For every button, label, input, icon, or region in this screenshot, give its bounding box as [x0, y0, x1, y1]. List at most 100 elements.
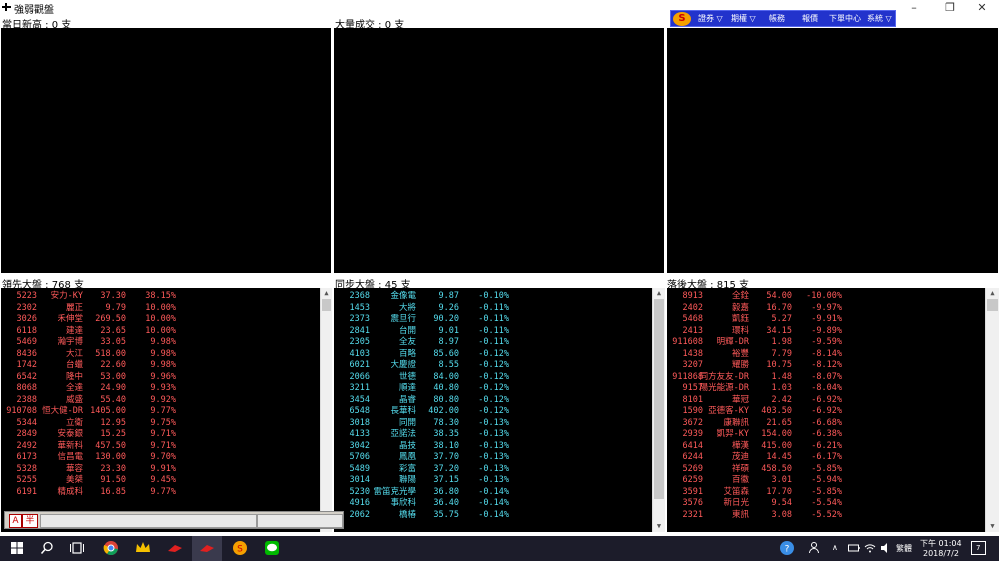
- ime-width-toggle[interactable]: 半: [22, 514, 38, 528]
- list-item[interactable]: 3014 聯陽 37.15 -0.13%: [334, 475, 652, 487]
- command-input-secondary[interactable]: [257, 514, 343, 528]
- scroll-thumb[interactable]: [654, 299, 664, 499]
- scroll-down-icon[interactable]: ▼: [653, 521, 665, 531]
- lead-scrollbar[interactable]: ▲: [320, 288, 332, 532]
- people-icon[interactable]: [806, 540, 824, 556]
- volume-icon[interactable]: [880, 542, 892, 554]
- list-item[interactable]: 2302 麗正 9.79 10.00%: [1, 303, 320, 315]
- list-item[interactable]: 3211 順達 40.80 -0.12%: [334, 383, 652, 395]
- minimize-button[interactable]: –: [898, 0, 930, 15]
- list-item[interactable]: 3042 晶技 38.10 -0.13%: [334, 441, 652, 453]
- list-item[interactable]: 6542 隆中 53.00 9.96%: [1, 372, 320, 384]
- list-item[interactable]: 4133 亞諾法 38.35 -0.13%: [334, 429, 652, 441]
- list-item[interactable]: 2413 環科 34.15 -9.89%: [667, 326, 985, 338]
- list-item[interactable]: 8436 大江 518.00 9.98%: [1, 349, 320, 361]
- sync-scrollbar[interactable]: ▲ ▼: [652, 288, 665, 532]
- list-item[interactable]: 8913 全銓 54.00 -10.00%: [667, 291, 985, 303]
- menu-order-center[interactable]: 下單中心: [829, 13, 861, 24]
- list-item[interactable]: 6191 精成科 16.85 9.77%: [1, 487, 320, 499]
- list-item[interactable]: 1438 裕豐 7.79 -8.14%: [667, 349, 985, 361]
- lag-scrollbar[interactable]: ▲ ▼: [985, 288, 999, 532]
- list-item[interactable]: 3576 新日光 9.54 -5.54%: [667, 498, 985, 510]
- list-item[interactable]: 8101 華冠 2.42 -6.92%: [667, 395, 985, 407]
- list-item[interactable]: 2305 全友 8.97 -0.11%: [334, 337, 652, 349]
- list-item[interactable]: 3454 晶睿 80.80 -0.12%: [334, 395, 652, 407]
- list-item[interactable]: 2402 毅嘉 16.70 -9.97%: [667, 303, 985, 315]
- list-item[interactable]: 4916 事欣科 36.40 -0.14%: [334, 498, 652, 510]
- windows-start-icon[interactable]: [8, 540, 26, 556]
- scroll-thumb[interactable]: [322, 299, 331, 311]
- chrome-icon[interactable]: [102, 540, 120, 556]
- scroll-down-icon[interactable]: ▼: [986, 521, 999, 531]
- menu-options[interactable]: 期權 ▽: [731, 13, 756, 24]
- list-item[interactable]: 911608 明輝-DR 1.98 -9.59%: [667, 337, 985, 349]
- list-item[interactable]: 5328 華容 23.30 9.91%: [1, 464, 320, 476]
- list-item[interactable]: 3672 康聯訊 21.65 -6.68%: [667, 418, 985, 430]
- clock-time[interactable]: 下午 01:04: [920, 538, 962, 549]
- list-item[interactable]: 5269 祥碩 458.50 -5.85%: [667, 464, 985, 476]
- list-item[interactable]: 5255 美桀 91.50 9.45%: [1, 475, 320, 487]
- list-item[interactable]: 2373 震旦行 90.20 -0.11%: [334, 314, 652, 326]
- broker-logo-icon[interactable]: S: [673, 12, 691, 26]
- list-item[interactable]: 6118 建達 23.65 10.00%: [1, 326, 320, 338]
- list-item[interactable]: 5706 鳳凰 37.70 -0.13%: [334, 452, 652, 464]
- list-item[interactable]: 2368 金像電 9.87 -0.10%: [334, 291, 652, 303]
- menu-quotes[interactable]: 報價: [802, 13, 818, 24]
- scroll-up-icon[interactable]: ▲: [653, 288, 665, 298]
- list-item[interactable]: 6021 大慶證 8.55 -0.12%: [334, 360, 652, 372]
- close-button[interactable]: ✕: [966, 0, 998, 15]
- list-item[interactable]: 3591 艾笛森 17.70 -5.85%: [667, 487, 985, 499]
- clock-date[interactable]: 2018/7/2: [923, 549, 959, 558]
- input-language[interactable]: 繁體: [896, 543, 912, 554]
- list-item[interactable]: 4103 百略 85.60 -0.12%: [334, 349, 652, 361]
- list-item[interactable]: 2492 華新科 457.50 9.71%: [1, 441, 320, 453]
- list-item[interactable]: 3207 耀勝 10.75 -8.12%: [667, 360, 985, 372]
- list-item[interactable]: 6259 百徽 3.01 -5.94%: [667, 475, 985, 487]
- scroll-thumb[interactable]: [987, 299, 998, 311]
- list-item[interactable]: 1742 台蠟 22.60 9.98%: [1, 360, 320, 372]
- menu-accounts[interactable]: 帳務: [769, 13, 785, 24]
- command-input[interactable]: [40, 514, 257, 528]
- list-item[interactable]: 9157 陽光能源-DR 1.03 -8.04%: [667, 383, 985, 395]
- list-item[interactable]: 2066 世德 84.00 -0.12%: [334, 372, 652, 384]
- list-item[interactable]: 6548 長華科 402.00 -0.12%: [334, 406, 652, 418]
- list-item[interactable]: 3026 禾伸堂 269.50 10.00%: [1, 314, 320, 326]
- list-item[interactable]: 6414 樺漢 415.00 -6.21%: [667, 441, 985, 453]
- trading-app-icon[interactable]: [166, 540, 184, 556]
- task-view-icon[interactable]: [68, 540, 86, 556]
- list-item[interactable]: 3018 同開 78.30 -0.13%: [334, 418, 652, 430]
- list-item[interactable]: 5230 雷笛克光學 36.80 -0.14%: [334, 487, 652, 499]
- active-app-highlight[interactable]: [192, 536, 222, 561]
- help-icon[interactable]: ?: [778, 540, 796, 556]
- ime-mode-toggle[interactable]: A: [9, 514, 22, 528]
- list-item[interactable]: 2388 威盛 55.40 9.92%: [1, 395, 320, 407]
- chevron-up-icon[interactable]: ∧: [832, 543, 838, 552]
- list-item[interactable]: 2841 台開 9.01 -0.11%: [334, 326, 652, 338]
- restore-button[interactable]: ❐: [934, 0, 966, 15]
- scroll-up-icon[interactable]: ▲: [321, 288, 332, 298]
- battery-icon[interactable]: [848, 543, 860, 553]
- trading-app-active-icon[interactable]: [198, 540, 216, 556]
- line-app-icon[interactable]: [263, 540, 281, 556]
- list-item[interactable]: 910708 恒大健-DR 1405.00 9.77%: [1, 406, 320, 418]
- wifi-icon[interactable]: [864, 542, 876, 554]
- list-item[interactable]: 2849 安泰銀 15.25 9.71%: [1, 429, 320, 441]
- list-item[interactable]: 1453 大將 9.26 -0.11%: [334, 303, 652, 315]
- list-item[interactable]: 911868 同方友友-DR 1.48 -8.07%: [667, 372, 985, 384]
- list-item[interactable]: 2939 凱羿-KY 154.00 -6.38%: [667, 429, 985, 441]
- list-item[interactable]: 5223 安力-KY 37.30 38.15%: [1, 291, 320, 303]
- list-item[interactable]: 6244 茂迪 14.45 -6.17%: [667, 452, 985, 464]
- list-item[interactable]: 5344 立衛 12.95 9.75%: [1, 418, 320, 430]
- notification-icon[interactable]: 7: [971, 541, 986, 555]
- menu-securities[interactable]: 證券 ▽: [698, 13, 723, 24]
- list-item[interactable]: 5469 瀚宇博 33.05 9.98%: [1, 337, 320, 349]
- list-item[interactable]: 8068 全達 24.90 9.93%: [1, 383, 320, 395]
- list-item[interactable]: 2062 橋椿 35.75 -0.14%: [334, 510, 652, 522]
- scroll-up-icon[interactable]: ▲: [986, 288, 999, 298]
- list-item[interactable]: 2321 東訊 3.08 -5.52%: [667, 510, 985, 522]
- list-item[interactable]: 5489 彩富 37.20 -0.13%: [334, 464, 652, 476]
- broker-app-icon[interactable]: S: [231, 540, 249, 556]
- crown-app-icon[interactable]: [134, 540, 152, 556]
- list-item[interactable]: 5468 凱鈺 5.27 -9.91%: [667, 314, 985, 326]
- menu-system[interactable]: 系統 ▽: [867, 13, 892, 24]
